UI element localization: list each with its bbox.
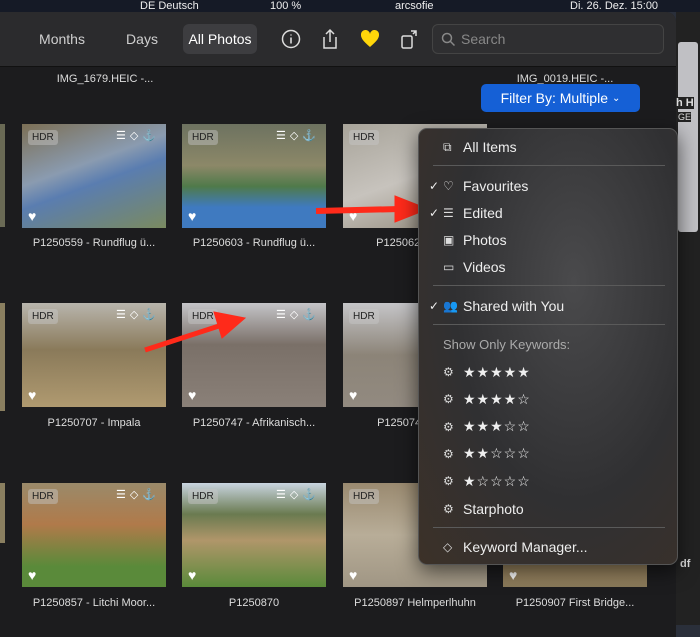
menu-item-keyword[interactable]: ⚙ ★★★★★ [419, 359, 679, 385]
keyword-label: ★☆☆☆☆ [463, 472, 531, 489]
keyword-label: Starphoto [463, 500, 524, 517]
video-icon: ▭ [443, 260, 455, 274]
keyword-icon: ⚙ [443, 365, 454, 379]
keywords-header: Show Only Keywords: [443, 337, 571, 352]
menu-item-keyword[interactable]: ⚙ ★★☆☆☆ [419, 441, 679, 467]
menu-item-label: Videos [463, 259, 506, 275]
menu-item-videos[interactable]: ▭ Videos [419, 254, 679, 280]
menu-item-shared-with-you[interactable]: ✓ 👥 Shared with You [419, 293, 679, 319]
photo-icon: ▣ [443, 233, 455, 247]
menu-item-keyword[interactable]: ⚙ ★★★☆☆ [419, 414, 679, 440]
red-arrow [315, 195, 430, 223]
checkmark-icon: ✓ [428, 206, 439, 220]
menu-item-favourites[interactable]: ✓ ♡ Favourites [419, 173, 679, 199]
menu-item-label: Shared with You [463, 298, 565, 314]
menu-item-label: All Items [463, 139, 517, 155]
checkmark-icon: ✓ [428, 299, 439, 313]
keyword-icon: ⚙ [443, 474, 454, 489]
menu-item-edited[interactable]: ✓ ☰ Edited [419, 200, 679, 226]
filter-menu: ⧉ All Items ✓ ♡ Favourites ✓ ☰ Edited ▣ Photos ▭ Vi… [418, 128, 678, 565]
menu-item-keyword[interactable]: ⚙ Starphoto [419, 496, 679, 522]
sliders-icon: ☰ [443, 206, 454, 220]
shared-people-icon: 👥 [443, 299, 458, 313]
keyword-icon: ⚙ [443, 419, 454, 434]
menu-separator [433, 324, 665, 325]
menu-item-label: Photos [463, 232, 507, 248]
keyword-label: ★★★☆☆ [463, 418, 531, 435]
menu-item-label: Favourites [463, 178, 529, 194]
menu-separator [433, 527, 665, 528]
checkmark-icon: ✓ [428, 179, 439, 193]
photos-stack-icon: ⧉ [443, 139, 452, 154]
menu-item-photos[interactable]: ▣ Photos [419, 227, 679, 253]
menu-item-keyword[interactable]: ⚙ ★☆☆☆☆ [419, 468, 679, 494]
keyword-label: ★★★★★ [463, 363, 531, 380]
tag-icon: ◇ [443, 540, 453, 554]
menu-item-keyword[interactable]: ⚙ ★★★★☆ [419, 386, 679, 412]
menu-item-label: Edited [463, 205, 503, 221]
red-arrow [144, 311, 247, 353]
keyword-label: ★★☆☆☆ [463, 445, 531, 462]
keyword-icon: ⚙ [443, 501, 454, 516]
menu-item-keyword-manager[interactable]: ◇ Keyword Manager... [419, 534, 679, 560]
keyword-icon: ⚙ [443, 446, 454, 461]
menu-separator [433, 285, 665, 286]
keyword-label: ★★★★☆ [463, 390, 531, 407]
menu-item-label: Keyword Manager... [463, 539, 588, 555]
heart-icon: ♡ [443, 179, 454, 193]
keyword-icon: ⚙ [443, 392, 454, 407]
menu-item-all-items[interactable]: ⧉ All Items [419, 134, 679, 160]
menu-separator [433, 165, 665, 166]
